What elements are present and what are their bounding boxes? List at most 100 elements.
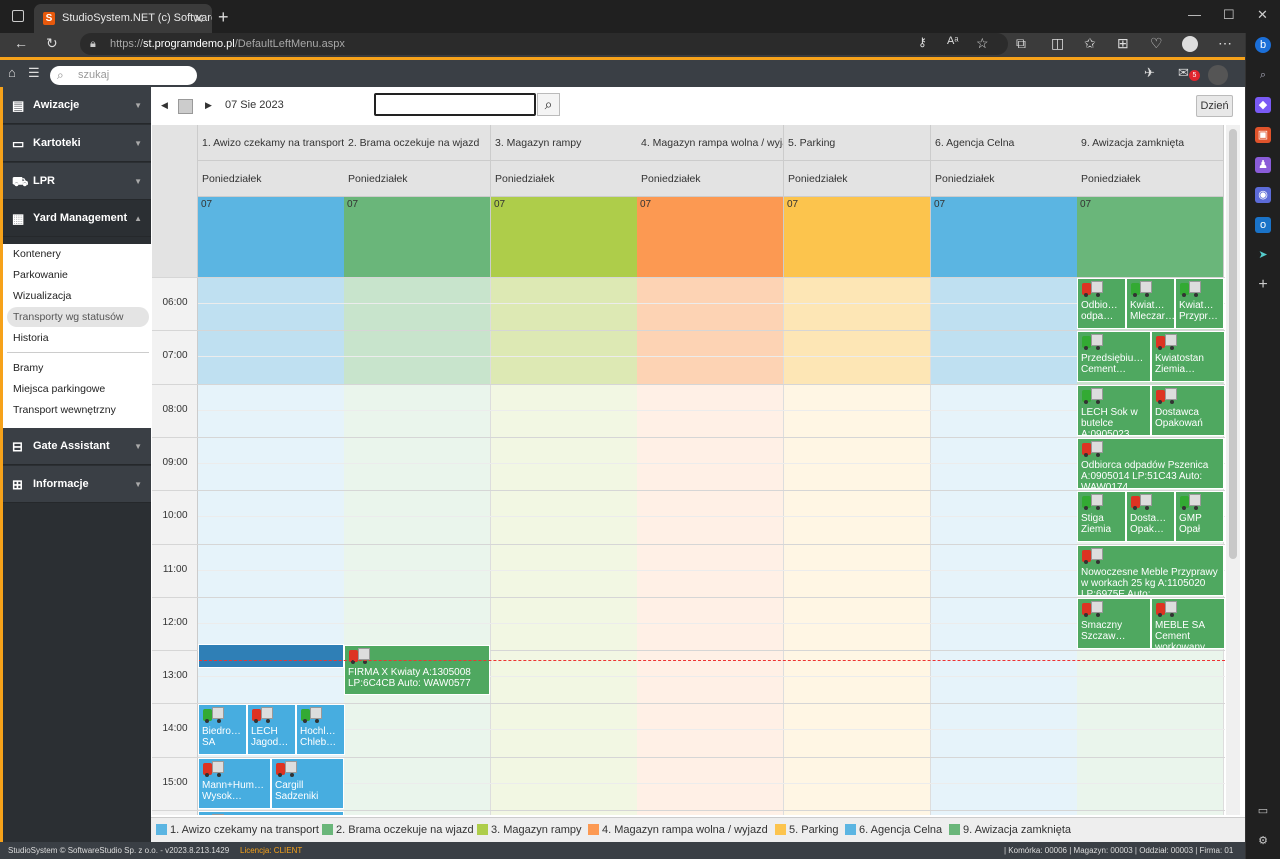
performance-icon[interactable]: ♡ [1150,35,1163,52]
submenu-transporty-wg-statusow[interactable]: Transporty wg statusów [7,307,149,327]
day-view-button[interactable]: Dzień [1196,95,1233,117]
maximize-icon[interactable]: ☐ [1223,7,1235,23]
vertical-scrollbar[interactable] [1226,125,1240,815]
close-tab-icon[interactable]: ✕ [193,4,204,33]
back-icon[interactable]: ← [14,35,28,51]
menu-kartoteki[interactable]: ▭ Kartoteki ▼ [3,125,151,162]
mail-icon[interactable]: ✉ [1178,65,1189,81]
submenu-kontenery[interactable]: Kontenery [7,244,149,264]
split-screen-icon[interactable]: ◫ [1051,35,1064,52]
prev-day-icon[interactable]: ◀ [161,100,168,111]
menu-gate-assistant[interactable]: ⊟ Gate Assistant ▼ [3,428,151,465]
event-card[interactable]: Kwiat… Przypr… [1175,278,1224,329]
event-card[interactable]: Cargill Sadzeniki [271,757,344,809]
search-sidebar-icon[interactable]: ⌕ [1255,67,1271,83]
event-card[interactable]: Dosta… Opak… [1126,491,1175,543]
more-menu-icon[interactable]: ⋯ [1218,35,1232,52]
menu-toggle-icon[interactable]: ☰ [28,65,40,81]
settings-gear-icon[interactable]: ⚙ [1255,833,1271,849]
allday-cell[interactable]: 07 [491,197,638,277]
event-card[interactable]: Smaczny Szczaw… [1077,597,1151,649]
column-body[interactable] [344,277,491,815]
submenu-historia[interactable]: Historia [7,328,149,348]
shopping-icon[interactable]: ◆ [1255,97,1271,113]
event-card[interactable]: Dostawca Opakowań [1151,384,1225,436]
browser-tab[interactable]: S StudioSystem.NET (c) SoftwareStu ✕ [34,4,212,33]
minimize-icon[interactable]: — [1188,7,1201,22]
submenu-transport-wewnetrzny[interactable]: Transport wewnętrzny [7,400,149,420]
column-header[interactable]: 9. Awizacja zamknięta [1077,125,1224,161]
allday-cell[interactable]: 07 [344,197,491,277]
tools-icon[interactable]: ▣ [1255,127,1271,143]
event-card[interactable]: Stiga Ziemia [1077,491,1126,543]
calendar-icon[interactable] [178,99,193,114]
event-card[interactable]: LECH Jagod… [247,704,296,756]
outlook-icon[interactable]: o [1255,217,1271,233]
menu-lpr[interactable]: ⛟ LPR ▼ [3,163,151,200]
add-sidebar-icon[interactable]: + [1255,277,1271,293]
office-icon[interactable]: ◉ [1255,187,1271,203]
event-card[interactable]: FIRMA X Kwiaty A:1305008 LP:6C4CB Auto: … [344,645,490,696]
allday-cell[interactable]: 07 [931,197,1078,277]
favorites-icon[interactable]: ✩ [1084,35,1096,52]
new-tab-icon[interactable]: + [218,7,229,28]
search-button[interactable]: ⌕ [537,93,560,116]
allday-cell[interactable]: 07 [637,197,784,277]
home-icon[interactable]: ⌂ [8,65,16,80]
menu-awizacje[interactable]: ▤ Awizacje ▼ [3,87,151,124]
column-body[interactable] [931,277,1078,815]
submenu-bramy[interactable]: Bramy [7,358,149,378]
event-card[interactable]: Przedsiębiu… Cement… [1077,331,1151,383]
allday-cell[interactable]: 07 [198,197,345,277]
event-card[interactable]: LECH Sok w butelce A:0905023 [1077,384,1151,436]
collections-icon[interactable]: ⊞ [1117,35,1129,52]
tab-actions-icon[interactable] [12,10,24,22]
event-card[interactable]: Odbio… odpa… [1077,278,1126,329]
submenu-miejsca-parkingowe[interactable]: Miejsca parkingowe [7,379,149,399]
event-card[interactable]: Nowoczesne Meble Przyprawy w workach 25 … [1077,544,1224,596]
column-header[interactable]: 2. Brama oczekuje na wjazd [344,125,491,161]
column-header[interactable]: 1. Awizo czekamy na transport [198,125,345,161]
favorite-star-icon[interactable]: ☆ [976,35,989,52]
column-header[interactable]: 3. Magazyn rampy [491,125,638,161]
column-body[interactable] [784,277,931,815]
search-input[interactable]: ⌕ szukaj [50,66,197,85]
column-body[interactable] [637,277,784,815]
event-card[interactable]: Mann+Hum… Wysok… [198,757,271,809]
submenu-parkowanie[interactable]: Parkowanie [7,265,149,285]
event-card[interactable]: LUX [198,811,344,815]
allday-cell[interactable]: 07 [1077,197,1224,277]
plane-icon[interactable]: ✈ [1144,65,1155,81]
column-header[interactable]: 5. Parking [784,125,931,161]
copilot-icon[interactable]: b [1255,37,1271,53]
menu-informacje[interactable]: ⊞ Informacje ▼ [3,466,151,503]
submenu-wizualizacja[interactable]: Wizualizacja [7,286,149,306]
next-day-icon[interactable]: ▶ [205,100,212,111]
event-card[interactable]: Kwiat… Mleczar… [1126,278,1175,329]
event-card[interactable]: MEBLE SA Cement workowany [1151,597,1225,649]
allday-cell[interactable]: 07 [784,197,931,277]
selected-slot[interactable] [198,644,344,669]
extensions-icon[interactable]: ⧉ [1016,35,1026,52]
event-card[interactable]: Hochl… Chleb… [296,704,345,756]
menu-yard-management[interactable]: ▦ Yard Management ▲ [3,200,151,237]
user-icon[interactable] [1208,65,1228,85]
column-header[interactable]: 4. Magazyn rampa wolna / wyjazd [637,125,784,161]
close-window-icon[interactable]: ✕ [1257,7,1268,23]
read-aloud-icon[interactable]: Aᵃ [947,35,958,47]
event-card[interactable]: GMP Opał [1175,491,1224,543]
profile-avatar[interactable] [1182,36,1198,52]
url-field[interactable]: 🔒︎ https://st.programdemo.pl/DefaultLeft… [80,33,1008,55]
sidebar-toggle-icon[interactable]: ▭ [1255,803,1271,819]
column-header[interactable]: 6. Agencja Celna [931,125,1078,161]
event-card[interactable]: Kwiatostan Ziemia… [1151,331,1225,383]
column-body[interactable] [491,277,638,815]
event-card[interactable]: Odbiorca odpadów Pszenica A:0905014 LP:5… [1077,437,1224,489]
refresh-icon[interactable]: ↻ [46,35,58,52]
goto-input[interactable] [374,93,536,116]
key-icon[interactable]: ⚷ [918,35,927,49]
games-icon[interactable]: ♟ [1255,157,1271,173]
send-icon[interactable]: ➤ [1255,247,1271,263]
event-card[interactable]: Biedro… SA [198,704,247,756]
scrollbar-thumb[interactable] [1229,129,1237,559]
